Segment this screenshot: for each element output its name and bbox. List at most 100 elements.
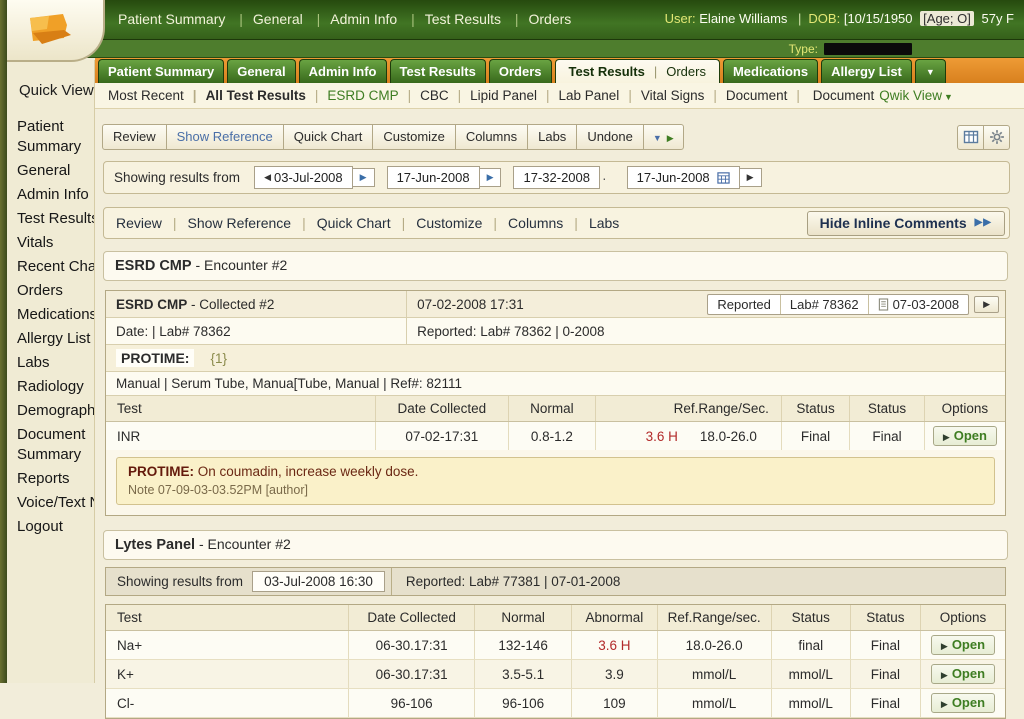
grid-view-button[interactable] <box>957 125 984 150</box>
sidebar-item-radiology[interactable]: Radiology <box>7 375 94 399</box>
sidebar-item-admin-info[interactable]: Admin Info <box>7 183 94 207</box>
esrd-section-sub: - Encounter #2 <box>195 257 287 273</box>
protime-header-row: PROTIME: {1} <box>106 345 1005 372</box>
date-from-next-button[interactable]: ▶ <box>352 168 375 187</box>
quick-chart-link[interactable]: Quick Chart <box>291 215 391 231</box>
sidebar-item-reports[interactable]: Reports <box>7 467 94 491</box>
tab-general[interactable]: General <box>227 59 295 83</box>
esrd-section-header: ESRD CMP - Encounter #2 <box>103 251 1008 281</box>
tab-orders[interactable]: Orders <box>489 59 552 83</box>
open-button[interactable]: ▶Open <box>933 426 997 446</box>
header-nav-patient-summary[interactable]: Patient Summary <box>118 11 225 27</box>
app-logo-icon <box>20 7 82 55</box>
review-link[interactable]: Review <box>116 215 162 231</box>
chevron-right-icon: ▶ <box>941 641 948 651</box>
na-options: ▶Open <box>920 631 1005 660</box>
active-tab-secondary-label[interactable]: Orders <box>645 64 706 79</box>
tab-active-test-results-orders[interactable]: Test ResultsOrders <box>555 59 720 83</box>
lytes-info-date[interactable]: 03-Jul-2008 16:30 <box>252 571 385 592</box>
sidebar-item-patient-summary[interactable]: Patient Summary <box>7 115 94 159</box>
open-button[interactable]: ▶Open <box>931 635 995 655</box>
date-from-field[interactable]: ◀ 03-Jul-2008 <box>254 166 353 189</box>
columns-link[interactable]: Columns <box>482 215 563 231</box>
sidebar-item-labs[interactable]: Labs <box>7 351 94 375</box>
sidebar-item-test-results[interactable]: Test Results <box>7 207 94 231</box>
settings-button[interactable] <box>983 125 1010 150</box>
reported-next-button[interactable]: ▶ <box>974 296 999 313</box>
type-row: Type: <box>789 42 912 56</box>
subnav-lipid-panel[interactable]: Lipid Panel <box>449 88 537 103</box>
calendar-icon[interactable] <box>717 171 730 184</box>
sidebar-item-medications[interactable]: Medications <box>7 303 94 327</box>
subnav-lab-panel[interactable]: Lab Panel <box>537 88 619 103</box>
tab-admin-info[interactable]: Admin Info <box>299 59 387 83</box>
col-status-2: Status <box>850 396 925 422</box>
tab-medications[interactable]: Medications <box>723 59 818 83</box>
subnav-most-recent[interactable]: Most Recent <box>108 88 184 103</box>
chevron-right-icon: ▶ <box>943 432 950 442</box>
customize-link[interactable]: Customize <box>391 215 483 231</box>
app-window: Patient Summary General Admin Info Test … <box>0 0 1024 683</box>
date-input-field[interactable]: 17-32-2008 <box>513 166 600 189</box>
columns-button[interactable]: Columns <box>455 124 528 150</box>
reported-chip[interactable]: Reported <box>708 295 779 314</box>
open-button[interactable]: ▶Open <box>931 664 995 684</box>
subnav-document[interactable]: Document <box>704 88 787 103</box>
quick-chart-button[interactable]: Quick Chart <box>283 124 374 150</box>
labs-link[interactable]: Labs <box>563 215 619 231</box>
reported-date-chip[interactable]: 07-03-2008 <box>868 295 969 314</box>
date-range-label: Showing results from <box>114 170 240 185</box>
sidebar-item-document-summary[interactable]: Document Summary <box>7 423 94 467</box>
cl-status-1: mmol/L <box>771 689 850 718</box>
col-date-collected: Date Collected <box>375 396 508 422</box>
sidebar-item-general[interactable]: General <box>7 159 94 183</box>
date-mid-next-button[interactable]: ▶ <box>479 168 502 187</box>
date-group-2: 17-Jun-2008 ▶ <box>387 166 502 189</box>
qwik-prefix: Document <box>813 88 875 103</box>
header-nav-orders[interactable]: Orders <box>505 11 571 27</box>
sidebar-item-voice-text-notes[interactable]: Voice/Text N <box>7 491 94 515</box>
header-nav-general[interactable]: General <box>229 11 302 27</box>
more-actions-button[interactable]: ▼▶ <box>643 124 684 150</box>
sidebar-item-recent-charts[interactable]: Recent Char <box>7 255 94 279</box>
show-reference-link[interactable]: Show Reference <box>162 215 291 231</box>
table-row-inr: INR 07-02-17:31 0.8-1.2 3.6 H 18.0-26.0 … <box>106 422 1005 451</box>
esrd-section-title: ESRD CMP <box>115 258 192 274</box>
date-group-1: ◀ 03-Jul-2008 ▶ <box>254 166 375 189</box>
sidebar-item-vitals[interactable]: Vitals <box>7 231 94 255</box>
k-test: K+ <box>106 660 349 689</box>
date-to-field[interactable]: 17-Jun-2008 <box>627 166 740 189</box>
tab-overflow-dropdown[interactable]: ▼ <box>915 59 946 83</box>
subnav-vital-signs[interactable]: Vital Signs <box>619 88 704 103</box>
hide-inline-comments-button[interactable]: Hide Inline Comments ▶▶ <box>807 211 1005 236</box>
lab-number-chip[interactable]: Lab# 78362 <box>780 295 868 314</box>
open-button[interactable]: ▶Open <box>931 693 995 713</box>
sidebar-item-orders[interactable]: Orders <box>7 279 94 303</box>
review-button[interactable]: Review <box>102 124 167 150</box>
k-options: ▶Open <box>920 660 1005 689</box>
header-nav-admin-info[interactable]: Admin Info <box>307 11 398 27</box>
undone-button[interactable]: Undone <box>576 124 644 150</box>
subnav-all-test-results[interactable]: All Test Results <box>184 88 306 103</box>
lytes-info-label: Showing results from <box>117 574 243 589</box>
col-abnormal: Abnormal <box>572 605 657 631</box>
tab-allergy-list[interactable]: Allergy List <box>821 59 912 83</box>
date-group-4: 17-Jun-2008 ▶ <box>627 166 762 189</box>
sidebar-item-allergy-list[interactable]: Allergy List <box>7 327 94 351</box>
customize-button[interactable]: Customize <box>372 124 455 150</box>
subnav-document-qwik-view[interactable]: DocumentQwik View▼ <box>787 88 953 103</box>
date-mid-field[interactable]: 17-Jun-2008 <box>387 166 480 189</box>
show-reference-button[interactable]: Show Reference <box>166 124 284 150</box>
tab-patient-summary[interactable]: Patient Summary <box>98 59 224 83</box>
date-group-3: 17-32-2008 <box>513 166 614 189</box>
tab-test-results[interactable]: Test Results <box>390 59 486 83</box>
labs-button[interactable]: Labs <box>527 124 577 150</box>
esrd-collected-datetime: 07-02-2008 17:31 <box>407 294 701 315</box>
header-nav-test-results[interactable]: Test Results <box>401 11 501 27</box>
sidebar-item-demographics[interactable]: Demographi <box>7 399 94 423</box>
inr-normal: 0.8-1.2 <box>508 422 595 451</box>
sidebar-item-logout[interactable]: Logout <box>7 515 94 539</box>
subnav-cbc[interactable]: CBC <box>399 88 449 103</box>
date-to-next-button[interactable]: ▶ <box>739 168 762 187</box>
subnav-esrd-cmp[interactable]: ESRD CMP <box>306 88 399 103</box>
